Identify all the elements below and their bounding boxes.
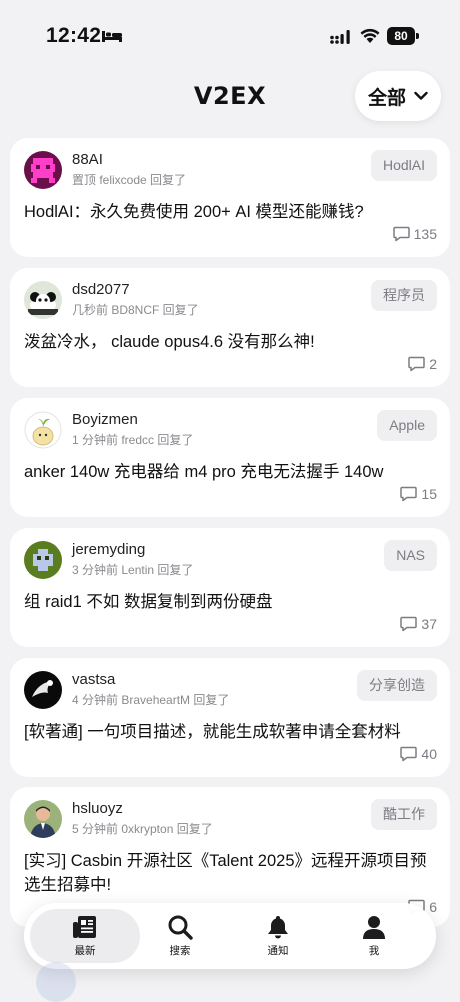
reply-count: 2	[408, 356, 437, 372]
username[interactable]: hsluoyz	[72, 800, 123, 817]
filter-label: 全部	[367, 87, 406, 109]
reply-count-value: 40	[421, 746, 437, 762]
reply-count: 37	[400, 616, 437, 632]
reply-count-value: 15	[421, 486, 437, 502]
topic-meta: 3 分钟前 Lentin 回复了	[72, 563, 194, 577]
topic-title[interactable]: 泼盆冷水， claude opus4.6 没有那么神!	[24, 330, 434, 354]
comment-icon	[392, 226, 410, 242]
reply-count-value: 6	[429, 899, 437, 915]
avatar[interactable]	[24, 281, 62, 319]
bell-icon	[268, 916, 288, 939]
avatar[interactable]	[24, 411, 62, 449]
comment-icon	[400, 486, 418, 502]
tab-notifications[interactable]: 通知	[228, 909, 328, 963]
status-bar: 12:42 80	[0, 0, 460, 70]
comment-icon	[400, 746, 418, 762]
tab-search[interactable]: 搜索	[130, 909, 230, 963]
topic-title[interactable]: 组 raid1 不如 数据复制到两份硬盘	[24, 590, 434, 614]
topic-title[interactable]: anker 140w 充电器给 m4 pro 充电无法握手 140w	[24, 460, 434, 484]
avatar[interactable]	[24, 151, 62, 189]
node-tag[interactable]: Apple	[377, 410, 437, 441]
topic-title[interactable]: [软著通] 一句项目描述，就能生成软著申请全套材料	[24, 720, 434, 744]
topic-card[interactable]: vastsa 4 分钟前 BraveheartM 回复了 分享创造 [软著通] …	[10, 658, 450, 777]
node-tag[interactable]: 酷工作	[371, 799, 437, 830]
topic-card[interactable]: 88AI 置顶 felixcode 回复了 HodlAI HodlAI：永久免费…	[10, 138, 450, 257]
topic-meta: 4 分钟前 BraveheartM 回复了	[72, 693, 230, 707]
topic-title[interactable]: HodlAI：永久免费使用 200+ AI 模型还能赚钱?	[24, 200, 434, 224]
avatar[interactable]	[24, 541, 62, 579]
tab-latest[interactable]: 最新	[30, 909, 140, 963]
battery-tip	[416, 33, 419, 39]
reply-count-value: 135	[413, 226, 437, 242]
reply-count-value: 37	[421, 616, 437, 632]
tab-label: 我	[368, 945, 380, 957]
topic-meta: 置顶 felixcode 回复了	[72, 173, 187, 187]
tab-label: 搜索	[169, 945, 191, 957]
username[interactable]: vastsa	[72, 671, 115, 688]
sleep-focus-icon	[102, 31, 122, 42]
reply-count: 15	[400, 486, 437, 502]
avatar[interactable]	[24, 671, 62, 709]
node-tag[interactable]: 分享创造	[357, 670, 437, 701]
username[interactable]: 88AI	[72, 151, 103, 168]
reply-count: 40	[400, 746, 437, 762]
topic-card[interactable]: jeremyding 3 分钟前 Lentin 回复了 NAS 组 raid1 …	[10, 528, 450, 647]
topic-title[interactable]: [实习] Casbin 开源社区《Talent 2025》远程开源项目预选生招募…	[24, 849, 434, 897]
reply-count-value: 2	[429, 356, 437, 372]
node-tag[interactable]: 程序员	[371, 280, 437, 311]
topic-meta: 1 分钟前 fredcc 回复了	[72, 433, 194, 447]
reply-count: 135	[392, 226, 437, 242]
avatar[interactable]	[24, 800, 62, 838]
topic-meta: 几秒前 BD8NCF 回复了	[72, 303, 199, 317]
node-tag[interactable]: HodlAI	[370, 150, 437, 181]
wifi-icon	[360, 28, 380, 43]
search-icon	[168, 915, 193, 940]
cellular-signal-icon	[330, 30, 350, 44]
username[interactable]: dsd2077	[72, 281, 130, 298]
tab-bar: 最新 搜索 通知 我	[24, 903, 436, 969]
battery-indicator: 80	[387, 27, 415, 45]
topic-meta: 5 分钟前 0xkrypton 回复了	[72, 822, 213, 836]
comment-icon	[400, 616, 418, 632]
topic-card[interactable]: Boyizmen 1 分钟前 fredcc 回复了 Apple anker 14…	[10, 398, 450, 517]
newspaper-icon	[73, 916, 96, 938]
status-time: 12:42	[46, 24, 102, 47]
username[interactable]: Boyizmen	[72, 411, 138, 428]
floating-assistive-button[interactable]	[36, 962, 76, 1002]
username[interactable]: jeremyding	[72, 541, 145, 558]
tab-label: 通知	[267, 945, 289, 957]
topic-card[interactable]: dsd2077 几秒前 BD8NCF 回复了 程序员 泼盆冷水， claude …	[10, 268, 450, 387]
person-icon	[363, 916, 385, 939]
comment-icon	[408, 356, 425, 372]
tab-me[interactable]: 我	[324, 909, 424, 963]
node-tag[interactable]: NAS	[384, 540, 437, 571]
node-filter-dropdown[interactable]: 全部	[355, 71, 441, 121]
tab-label: 最新	[74, 945, 96, 957]
chevron-down-icon	[414, 91, 428, 100]
